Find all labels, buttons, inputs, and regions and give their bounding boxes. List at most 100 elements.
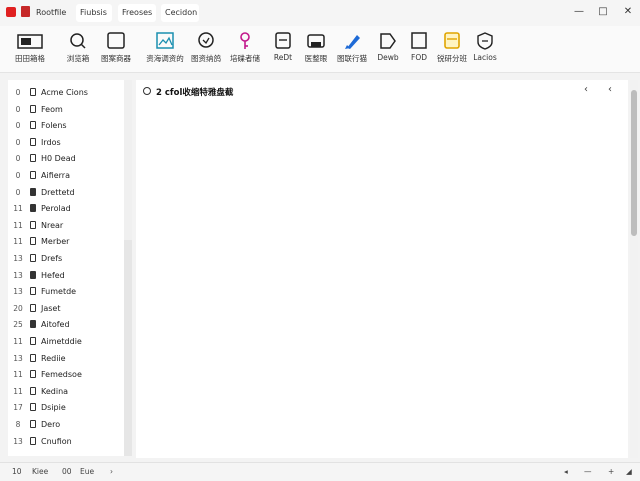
tab-rootfile[interactable]: Rootfile: [32, 4, 70, 22]
sidebar-item-label: H0 Dead: [41, 154, 76, 164]
file-icon: [30, 204, 36, 213]
sidebar-item[interactable]: 11 Femedsoe: [8, 367, 124, 382]
search-icon: [70, 33, 86, 49]
page-title: 2 cfol收缩特雅盘截: [156, 88, 234, 98]
tool-feedback[interactable]: 图资纳鸽: [190, 30, 222, 68]
sidebar-item[interactable]: 0 Feom: [8, 102, 124, 117]
tool-label: Lacios: [473, 53, 497, 62]
back-arrow-button[interactable]: ‹: [580, 84, 592, 96]
file-icon: [30, 320, 36, 329]
tool-label: 资海调资的: [146, 54, 184, 63]
sidebar-item[interactable]: 13 Rediie: [8, 351, 124, 366]
sidebar-item[interactable]: 25 Aitofed: [8, 317, 124, 332]
zoom-out-button[interactable]: —: [584, 466, 592, 478]
printer-icon: [307, 34, 325, 48]
sidebar-item[interactable]: 11 Nrear: [8, 218, 124, 233]
brush-pen-icon: [345, 35, 360, 49]
sidebar-item[interactable]: 11 Kedina: [8, 384, 124, 399]
sidebar-item-label: Feom: [41, 104, 63, 114]
sidebar-item-number: 11: [13, 370, 23, 380]
sidebar-item-number: 20: [13, 303, 23, 313]
tool-pod[interactable]: FOD: [406, 30, 432, 68]
vertical-scrollbar[interactable]: [630, 80, 638, 458]
sidebar-item[interactable]: 11 Merber: [8, 234, 124, 249]
sidebar-scroll-thumb[interactable]: [124, 240, 132, 456]
file-icon: [30, 403, 36, 412]
sidebar-item[interactable]: 11 Aimetddie: [8, 334, 124, 349]
close-button[interactable]: ✕: [621, 5, 635, 19]
sidebar-item[interactable]: 0 H0 Dead: [8, 151, 124, 166]
file-icon: [30, 104, 36, 113]
sidebar-item[interactable]: 0 Folens: [8, 118, 124, 133]
sidebar-item-label: Perolad: [41, 204, 71, 214]
tool-label: 图资纳鸽: [191, 54, 221, 63]
sidebar-item[interactable]: 20 Jaset: [8, 301, 124, 316]
sidebar-item-number: 0: [15, 154, 21, 164]
sidebar-item[interactable]: 13 Fumetde: [8, 284, 124, 299]
scroll-thumb[interactable]: [631, 90, 637, 236]
sidebar-item[interactable]: 13 Drefs: [8, 251, 124, 266]
feedback-icon: [198, 32, 214, 48]
tool-label: Dewb: [377, 53, 399, 62]
tool-label: 培碟者储: [230, 54, 260, 63]
tool-label: 图案商器: [101, 54, 131, 63]
sidebar-item-number: 11: [13, 204, 23, 214]
forward-arrow-button[interactable]: ‹: [604, 84, 616, 96]
document-icon: [21, 6, 30, 17]
sidebar-item-label: Dero: [41, 420, 61, 429]
zoom-in-button[interactable]: +: [608, 466, 614, 478]
file-icon: [30, 220, 36, 229]
file-icon: [30, 303, 36, 312]
sidebar-item[interactable]: 13 Cnufion: [8, 434, 124, 449]
tool-shield[interactable]: Lacios: [470, 30, 500, 68]
tool-browse[interactable]: 浏览箱: [62, 30, 94, 68]
tool-tag[interactable]: Dewb: [374, 30, 402, 68]
sidebar-item[interactable]: 17 Dsipie: [8, 400, 124, 415]
file-icon: [30, 270, 36, 279]
window-panel-icon: [17, 34, 43, 49]
sidebar-item-number: 13: [13, 287, 23, 297]
sidebar-item[interactable]: 0 Aifierra: [8, 168, 124, 183]
file-icon: [30, 137, 36, 146]
tab-freoses[interactable]: Freoses: [118, 4, 156, 22]
tool-image[interactable]: 资海调资的: [146, 30, 184, 68]
sidebar-item-number: 0: [15, 187, 21, 197]
file-icon: [30, 187, 36, 196]
tool-window-panel[interactable]: 田田箱格: [12, 30, 48, 68]
file-icon: [30, 171, 36, 179]
sidebar-item[interactable]: 0 Irdos: [8, 135, 124, 150]
tool-frame[interactable]: 图案商器: [98, 30, 134, 68]
sidebar-item[interactable]: 0 Drettetd: [8, 185, 124, 200]
zoom-left-arrow-icon[interactable]: ◂: [564, 466, 568, 478]
sidebar-item-number: 13: [13, 436, 23, 446]
status-bar: 10 Kiee 00 Eue › ◂ — + ◢: [0, 462, 640, 481]
sidebar-item-label: Nrear: [41, 220, 64, 230]
maximize-button[interactable]: □: [596, 5, 610, 19]
tool-label: 医整眼: [304, 54, 328, 63]
tool-edit[interactable]: ReDt: [270, 30, 296, 68]
sidebar-item-label: Aimetddie: [41, 337, 82, 346]
sidebar-item[interactable]: 8 Dero: [8, 417, 124, 432]
sidebar-item-label: Aitofed: [41, 320, 70, 330]
resize-grip-icon[interactable]: ◢: [626, 466, 632, 478]
sidebar-scroll-track[interactable]: [124, 80, 132, 456]
tool-calendar[interactable]: 锐研分班: [436, 30, 468, 68]
file-icon: [30, 287, 36, 296]
status-arrow-icon[interactable]: ›: [110, 466, 113, 478]
sidebar-item-number: 11: [13, 220, 23, 230]
tab-fiubsis[interactable]: Fiubsis: [76, 4, 112, 22]
sidebar-item[interactable]: 11 Perolad: [8, 201, 124, 216]
tool-brush[interactable]: 图联行猫: [334, 30, 370, 68]
sidebar-item-number: 17: [13, 403, 23, 413]
sidebar-item[interactable]: 13 Hefed: [8, 268, 124, 283]
tool-printer[interactable]: 医整眼: [302, 30, 330, 68]
file-icon: [30, 121, 36, 130]
status-count-2: 00: [62, 467, 72, 476]
tab-cecidon[interactable]: Cecidon: [161, 4, 199, 22]
tool-label: FOD: [411, 53, 427, 62]
sidebar-item[interactable]: 0 Acme Cions: [8, 85, 124, 100]
minimize-button[interactable]: —: [572, 5, 586, 19]
tool-key[interactable]: 培碟者储: [228, 30, 262, 68]
file-icon: [30, 337, 36, 345]
sidebar-item-number: 25: [13, 320, 23, 330]
